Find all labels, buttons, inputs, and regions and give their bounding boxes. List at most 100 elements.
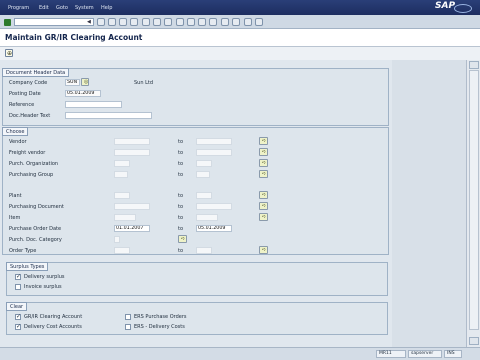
multiple-selection-button[interactable]: ➪	[259, 137, 268, 145]
search-help-button[interactable]: ◎	[81, 78, 89, 86]
find-icon[interactable]	[153, 18, 161, 26]
search-help-icon: ◎	[84, 79, 89, 85]
menu-system[interactable]: System	[75, 5, 94, 11]
freight-vendor-label: Freight vendor	[9, 150, 46, 156]
previous-page-icon[interactable]	[187, 18, 195, 26]
purchasing-document-label: Purchasing Document	[9, 204, 64, 210]
posting-date-field[interactable]: 05.01.2009	[65, 90, 101, 97]
wave-icon	[454, 4, 472, 13]
page-title: Maintain GR/IR Clearing Account	[5, 33, 143, 42]
cancel-icon[interactable]	[130, 18, 138, 26]
doc-header-text-field[interactable]	[65, 112, 152, 119]
purch-org-from-field[interactable]	[114, 160, 130, 167]
vendor-to-field[interactable]	[196, 138, 232, 145]
po-date-to-field[interactable]: 05.01.2009	[196, 225, 232, 232]
po-date-from-field[interactable]: 01.01.2007	[114, 225, 150, 232]
print-icon[interactable]	[142, 18, 150, 26]
multiple-selection-button[interactable]: ➪	[259, 159, 268, 167]
scroll-thumb[interactable]	[469, 70, 479, 330]
plant-from-field[interactable]	[114, 192, 130, 199]
title-bar: Maintain GR/IR Clearing Account	[0, 29, 480, 47]
purch-doc-to-field[interactable]	[196, 203, 232, 210]
multiple-selection-button[interactable]: ➪	[259, 246, 268, 254]
purch-doc-from-field[interactable]	[114, 203, 150, 210]
help-icon[interactable]	[244, 18, 252, 26]
arrow-right-icon: ➪	[262, 214, 267, 220]
enter-icon[interactable]	[4, 19, 11, 26]
layout-icon[interactable]	[255, 18, 263, 26]
group-title: Surplus Types	[6, 262, 49, 271]
reference-field[interactable]	[65, 101, 122, 108]
freight-vendor-from-field[interactable]	[114, 149, 150, 156]
menu-edit[interactable]: Edit	[39, 5, 49, 11]
delivery-cost-checkbox[interactable]	[15, 323, 21, 330]
grir-clearing-label: GR/IR Clearing Account	[24, 314, 83, 320]
multiple-selection-button[interactable]: ➪	[259, 202, 268, 210]
arrow-right-icon: ➪	[262, 149, 267, 155]
group-title: Document Header Data	[2, 68, 70, 77]
save-icon[interactable]	[97, 18, 105, 26]
purch-doc-category-field[interactable]	[114, 236, 120, 243]
vendor-from-field[interactable]	[114, 138, 150, 145]
multiple-selection-button[interactable]: ➪	[259, 191, 268, 199]
delivery-surplus-label: Delivery surplus	[24, 274, 65, 280]
purch-org-to-field[interactable]	[196, 160, 212, 167]
menu-help[interactable]: Help	[101, 5, 112, 11]
multiple-selection-button[interactable]: ➪	[259, 170, 268, 178]
surplus-types-group: Surplus Types Delivery surplus Invoice s…	[6, 262, 388, 296]
purch-group-to-field[interactable]	[196, 171, 210, 178]
find-next-icon[interactable]	[164, 18, 172, 26]
execute-icon: ⊕	[7, 50, 13, 57]
doc-header-text-label: Doc.Header Text	[9, 113, 51, 119]
next-page-icon[interactable]	[198, 18, 206, 26]
back-icon[interactable]	[108, 18, 116, 26]
session-field[interactable]: MR11	[376, 350, 406, 358]
ers-purchase-checkbox[interactable]	[125, 314, 131, 320]
first-page-icon[interactable]	[176, 18, 184, 26]
to-label: to	[178, 215, 184, 221]
arrow-right-icon: ➪	[181, 236, 186, 242]
scroll-up-icon[interactable]	[469, 61, 479, 69]
to-label: to	[178, 172, 184, 178]
to-label: to	[178, 204, 184, 210]
menu-goto[interactable]: Goto	[56, 5, 68, 11]
shortcut-icon[interactable]	[232, 18, 240, 26]
company-name: Sun Ltd	[134, 80, 154, 86]
mode-field[interactable]: INS	[444, 350, 462, 358]
scroll-down-icon[interactable]	[469, 337, 479, 345]
grir-clearing-checkbox[interactable]	[15, 313, 21, 320]
multiple-selection-button[interactable]: ➪	[259, 213, 268, 221]
ers-delivery-checkbox[interactable]	[125, 324, 131, 330]
menu-program[interactable]: Program	[8, 5, 29, 11]
purch-group-from-field[interactable]	[114, 171, 128, 178]
multiple-selection-button[interactable]: ➪	[178, 235, 187, 243]
last-page-icon[interactable]	[209, 18, 217, 26]
chevron-down-icon[interactable]: ◀	[87, 19, 91, 25]
purchase-order-date-label: Purchase Order Date	[9, 226, 62, 232]
selection-screen: Document Header Data Company Code SUN ◎ …	[0, 60, 480, 347]
choose-group: Choose Vendor to ➪ Freight vendor to ➪ P…	[2, 127, 389, 255]
ers-purchase-label: ERS Purchase Orders	[134, 314, 187, 320]
arrow-right-icon: ➪	[262, 247, 267, 253]
arrow-right-icon: ➪	[262, 171, 267, 177]
new-session-icon[interactable]	[221, 18, 229, 26]
group-title: Clear	[6, 302, 28, 311]
order-type-from-field[interactable]	[114, 247, 130, 254]
item-from-field[interactable]	[114, 214, 136, 221]
to-label: to	[178, 248, 184, 254]
invoice-surplus-checkbox[interactable]	[15, 284, 21, 290]
order-type-to-field[interactable]	[196, 247, 212, 254]
to-label: to	[178, 226, 184, 232]
delivery-surplus-checkbox[interactable]	[15, 273, 21, 280]
system-toolbar: ◀	[0, 15, 480, 29]
company-code-field[interactable]: SUN	[65, 79, 80, 86]
to-label: to	[178, 161, 184, 167]
vertical-scrollbar[interactable]	[466, 60, 480, 347]
item-to-field[interactable]	[196, 214, 218, 221]
execute-button[interactable]: ⊕	[5, 49, 13, 57]
multiple-selection-button[interactable]: ➪	[259, 148, 268, 156]
plant-to-field[interactable]	[196, 192, 212, 199]
exit-icon[interactable]	[119, 18, 127, 26]
command-field[interactable]	[14, 18, 94, 26]
freight-vendor-to-field[interactable]	[196, 149, 232, 156]
